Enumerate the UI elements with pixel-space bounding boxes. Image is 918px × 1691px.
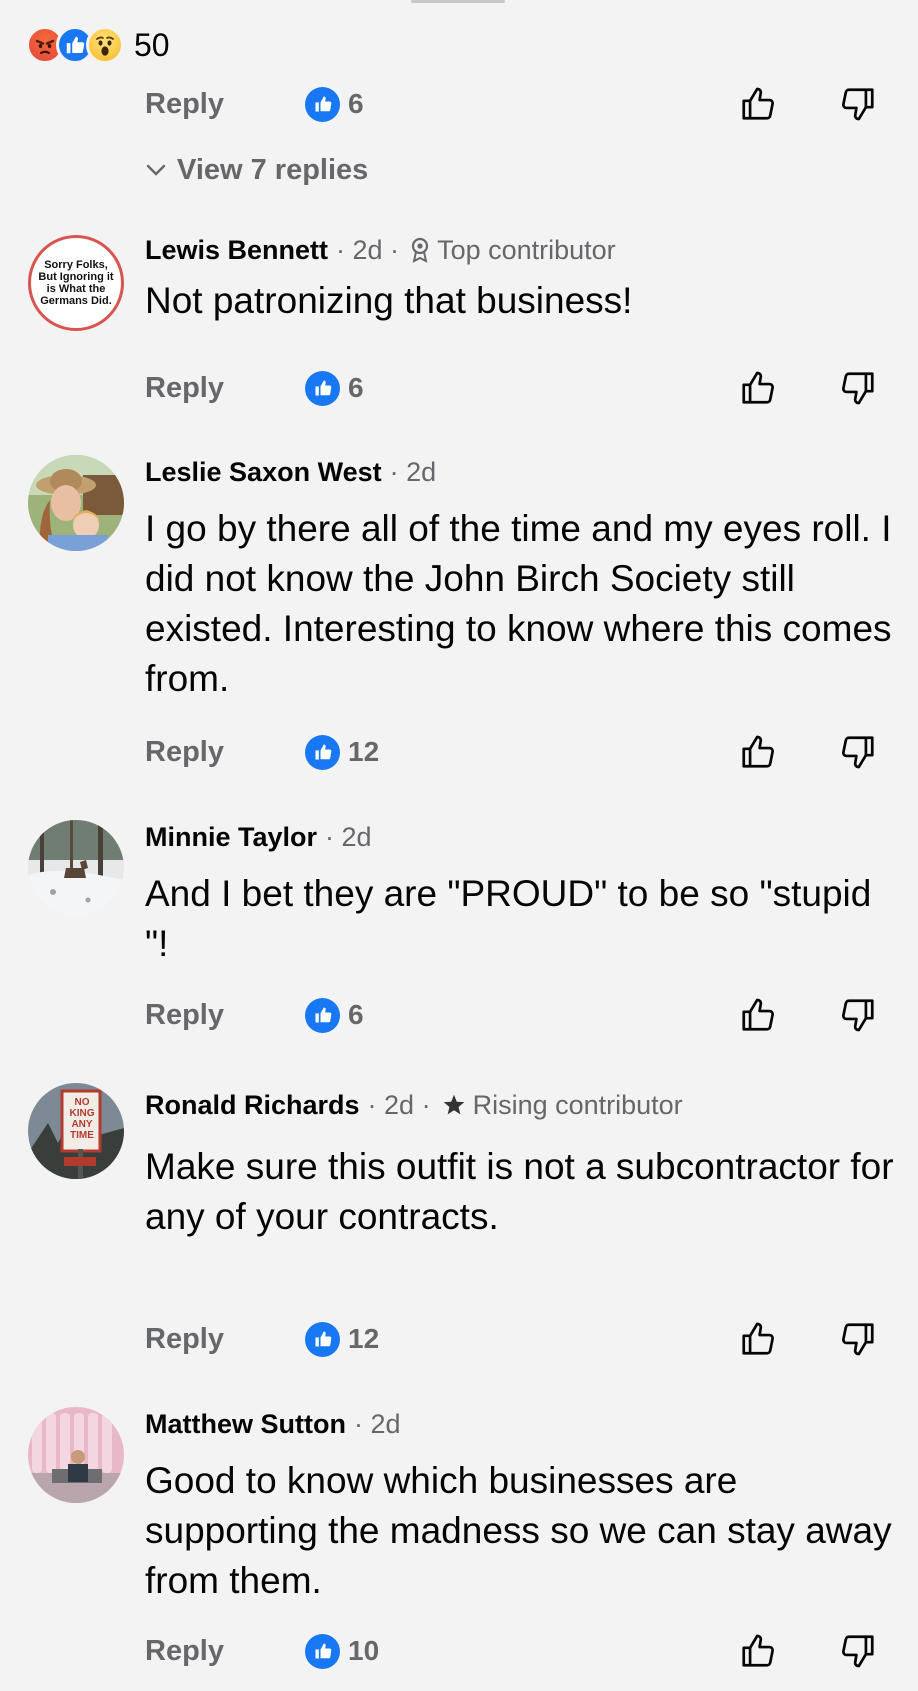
reply-button[interactable]: Reply	[145, 88, 305, 121]
reaction-summary[interactable]: 50	[26, 24, 170, 66]
like-summary[interactable]: 6	[305, 997, 364, 1033]
like-icon	[305, 734, 340, 770]
avatar[interactable]: Sorry Folks, But Ignoring it is What the…	[28, 235, 124, 331]
timestamp[interactable]: · 2d	[354, 1409, 401, 1440]
comment-actions: Reply 6	[145, 364, 890, 412]
award-icon	[409, 237, 431, 263]
like-icon	[305, 86, 340, 122]
upvote-icon[interactable]	[738, 1319, 778, 1359]
vote-buttons	[738, 84, 878, 124]
contributor-badge[interactable]: Top contributor	[437, 235, 616, 266]
author-name[interactable]: Leslie Saxon West	[145, 457, 382, 488]
wow-icon	[86, 26, 124, 64]
avatar[interactable]	[28, 820, 124, 916]
contributor-badge[interactable]: Rising contributor	[473, 1090, 683, 1121]
avatar-sign-text: NO KING ANY TIME	[69, 1097, 95, 1141]
comment-text: Make sure this outfit is not a subcontra…	[145, 1146, 894, 1237]
downvote-icon[interactable]	[838, 1319, 878, 1359]
comment-actions: Reply 10	[145, 1627, 890, 1675]
vote-buttons	[738, 732, 878, 772]
vote-buttons	[738, 368, 878, 408]
like-count: 6	[348, 999, 364, 1030]
comment-header: Lewis Bennett · 2d · Top contributor	[145, 228, 616, 272]
comment-actions: Reply 6	[145, 80, 890, 128]
drag-handle[interactable]	[411, 0, 505, 3]
reply-button[interactable]: Reply	[145, 736, 305, 769]
like-summary[interactable]: 12	[305, 734, 380, 770]
reply-button[interactable]: Reply	[145, 1323, 305, 1356]
timestamp[interactable]: · 2d	[390, 457, 437, 488]
timestamp[interactable]: · 2d ·	[368, 1090, 431, 1121]
upvote-icon[interactable]	[738, 732, 778, 772]
star-icon	[441, 1092, 467, 1118]
like-count: 6	[348, 88, 364, 119]
vote-buttons	[738, 995, 878, 1035]
reaction-count: 50	[134, 26, 170, 63]
comment-header: Leslie Saxon West · 2d	[145, 450, 436, 494]
comments-page: 50 Reply 6 View 7 replies Sorry Folks, B…	[0, 0, 918, 1691]
avatar-sign-text: Sorry Folks, But Ignoring it is What the…	[38, 259, 114, 307]
downvote-icon[interactable]	[838, 84, 878, 124]
like-icon	[305, 997, 340, 1033]
vote-buttons	[738, 1319, 878, 1359]
timestamp[interactable]: · 2d	[325, 822, 372, 853]
reply-button[interactable]: Reply	[145, 1635, 305, 1668]
like-count: 6	[348, 372, 364, 403]
like-summary[interactable]: 10	[305, 1633, 380, 1669]
like-icon	[305, 370, 340, 406]
avatar[interactable]	[28, 1407, 124, 1503]
comment-text: Not patronizing that business!	[145, 280, 633, 321]
comment-actions: Reply 12	[145, 1315, 890, 1363]
downvote-icon[interactable]	[838, 368, 878, 408]
view-replies-label: View 7 replies	[177, 153, 369, 186]
upvote-icon[interactable]	[738, 84, 778, 124]
timestamp[interactable]: · 2d ·	[336, 235, 399, 266]
comment-actions: Reply 12	[145, 728, 890, 776]
author-name[interactable]: Ronald Richards	[145, 1090, 360, 1121]
like-count: 12	[348, 736, 380, 767]
author-name[interactable]: Minnie Taylor	[145, 822, 317, 853]
comment-text: Good to know which businesses are suppor…	[145, 1460, 892, 1601]
reply-button[interactable]: Reply	[145, 372, 305, 405]
like-count: 10	[348, 1635, 380, 1666]
vote-buttons	[738, 1631, 878, 1671]
comment-text: I go by there all of the time and my eye…	[145, 508, 892, 699]
chevron-down-icon	[146, 164, 166, 176]
downvote-icon[interactable]	[838, 1631, 878, 1671]
comment-header: Matthew Sutton · 2d	[145, 1402, 401, 1446]
like-summary[interactable]: 6	[305, 86, 364, 122]
reaction-icons	[26, 26, 124, 64]
author-name[interactable]: Lewis Bennett	[145, 235, 328, 266]
upvote-icon[interactable]	[738, 368, 778, 408]
like-summary[interactable]: 6	[305, 370, 364, 406]
comment-header: Ronald Richards · 2d · Rising contributo…	[145, 1083, 683, 1127]
avatar[interactable]: NO KING ANY TIME	[28, 1083, 124, 1179]
like-summary[interactable]: 12	[305, 1321, 380, 1357]
downvote-icon[interactable]	[838, 995, 878, 1035]
author-name[interactable]: Matthew Sutton	[145, 1409, 346, 1440]
downvote-icon[interactable]	[838, 732, 878, 772]
reply-button[interactable]: Reply	[145, 999, 305, 1032]
like-icon	[305, 1633, 340, 1669]
comment-text: And I bet they are "PROUD" to be so "stu…	[145, 873, 872, 964]
view-replies-button[interactable]: View 7 replies	[145, 150, 368, 190]
like-icon	[305, 1321, 340, 1357]
avatar[interactable]	[28, 455, 124, 551]
upvote-icon[interactable]	[738, 1631, 778, 1671]
comment-header: Minnie Taylor · 2d	[145, 815, 372, 859]
upvote-icon[interactable]	[738, 995, 778, 1035]
like-count: 12	[348, 1323, 380, 1354]
comment-actions: Reply 6	[145, 991, 890, 1039]
